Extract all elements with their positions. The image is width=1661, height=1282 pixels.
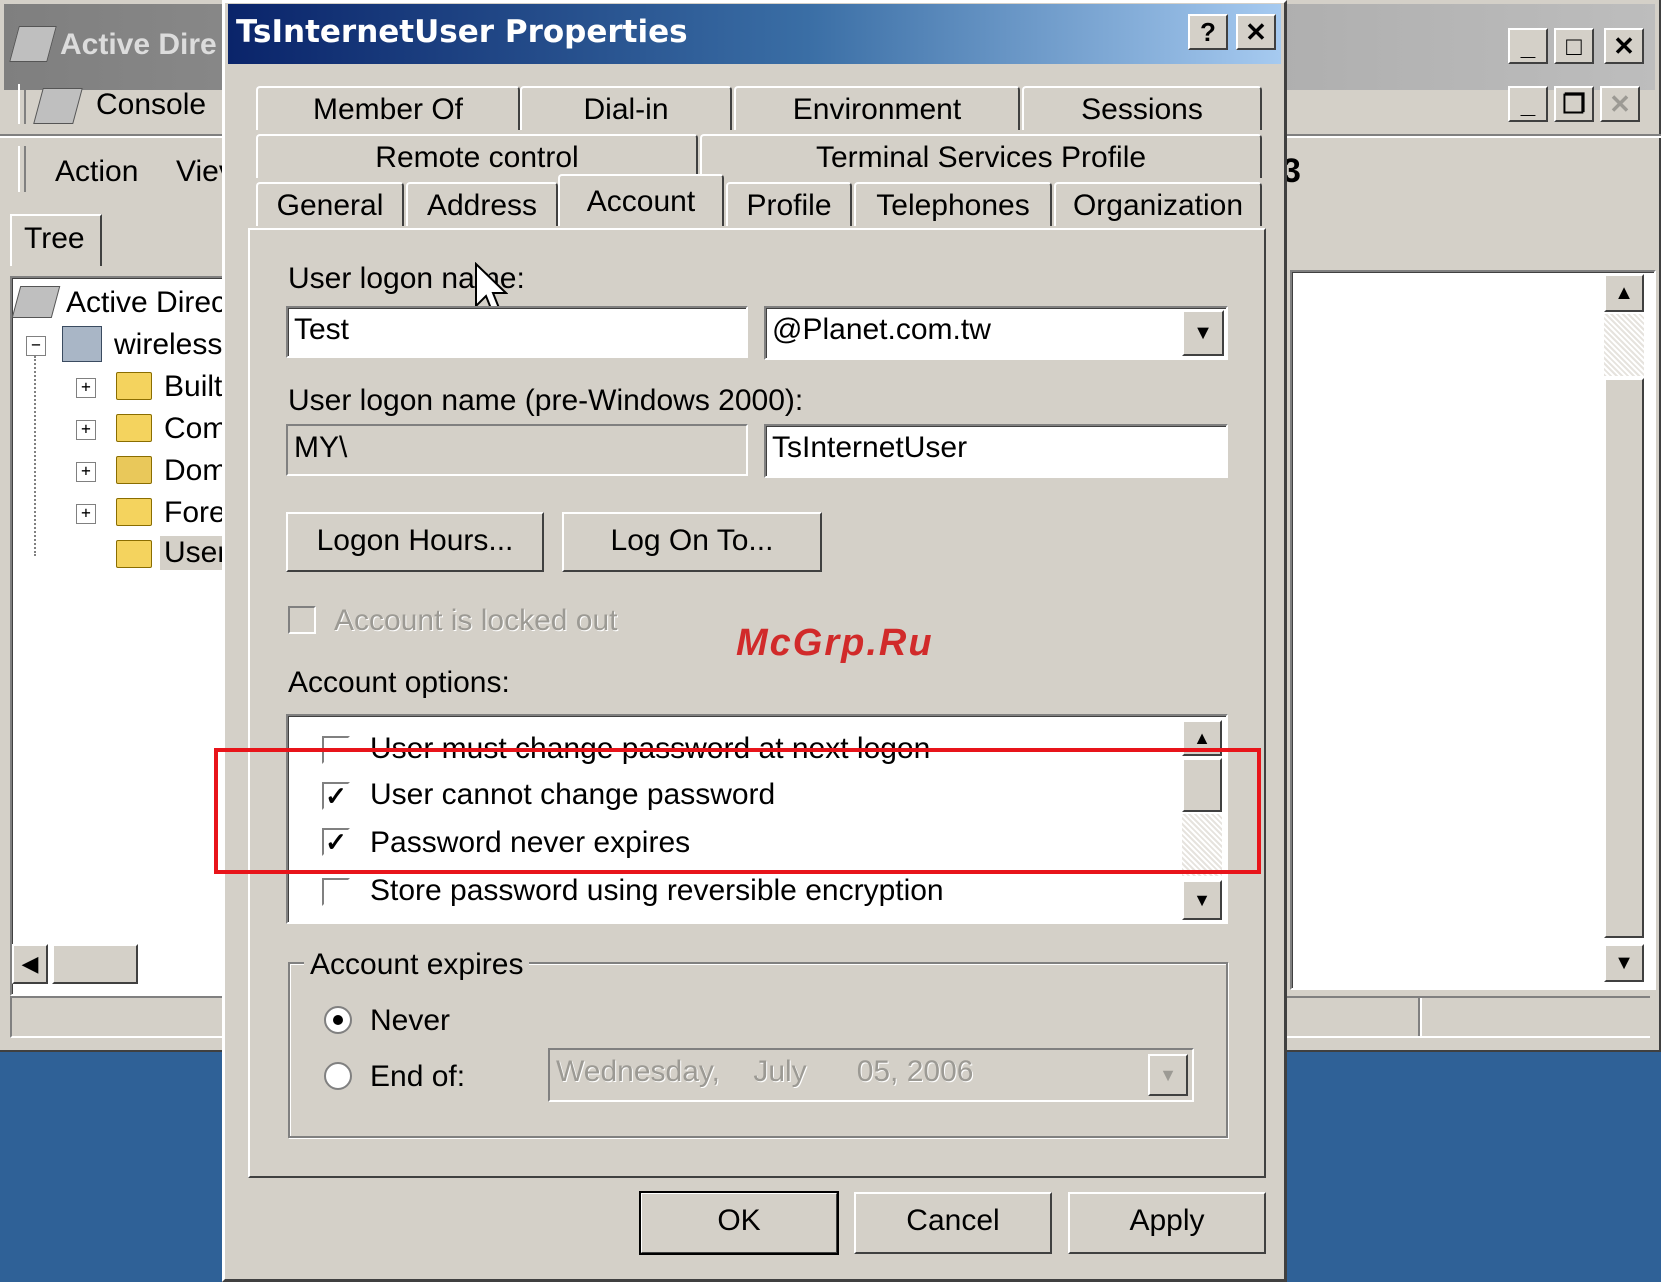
end-of-radio[interactable]: [324, 1062, 352, 1090]
tab-label: Organization: [1072, 189, 1244, 222]
mmc-title: Active Dire: [60, 28, 217, 61]
tab-label: Terminal Services Profile: [815, 141, 1147, 174]
menu-action[interactable]: Action: [55, 155, 138, 189]
tab-label: Telephones: [876, 189, 1030, 222]
account-options-label: Account options:: [288, 666, 510, 699]
folder-icon: [116, 372, 152, 400]
scroll-left-icon[interactable]: ◀: [12, 944, 48, 984]
menu-console[interactable]: Console: [96, 88, 206, 122]
option-label: Store password using reversible encrypti…: [370, 874, 944, 907]
tree-item-computers[interactable]: Com: [164, 412, 227, 446]
scroll-track[interactable]: [1604, 314, 1644, 376]
date-dropdown-icon[interactable]: ▼: [1148, 1054, 1188, 1096]
menu-grip: [18, 84, 26, 124]
watermark: McGrp.Ru: [736, 622, 934, 664]
scroll-down-icon[interactable]: ▼: [1604, 944, 1644, 982]
folder-icon: [116, 498, 152, 526]
domain-icon: [62, 326, 102, 362]
ou-folder-icon: [116, 456, 152, 484]
details-scroll-thumb[interactable]: [1604, 378, 1644, 938]
tab-organization[interactable]: Organization: [1054, 182, 1262, 226]
pre2000-domain-field: MY\: [286, 424, 748, 476]
tab-telephones[interactable]: Telephones: [854, 182, 1052, 226]
tab-terminal-services-profile[interactable]: Terminal Services Profile: [700, 134, 1262, 178]
child-restore-icon[interactable]: ❐: [1554, 86, 1594, 122]
tab-member-of[interactable]: Member Of: [256, 86, 520, 130]
tab-account[interactable]: Account: [558, 174, 724, 226]
tree-item-users[interactable]: User: [160, 536, 232, 570]
cancel-button[interactable]: Cancel: [854, 1192, 1052, 1254]
account-expires-label: Account expires: [304, 948, 530, 982]
tab-dial-in[interactable]: Dial-in: [520, 86, 732, 130]
status-divider: [1418, 998, 1422, 1036]
dialog-title: TsInternetUser Properties: [236, 14, 688, 50]
expand-icon[interactable]: +: [76, 504, 96, 524]
scroll-up-icon[interactable]: ▲: [1604, 274, 1644, 312]
upn-suffix-select[interactable]: @Planet.com.tw: [764, 306, 1228, 360]
account-locked-checkbox[interactable]: [288, 606, 316, 634]
tab-environment[interactable]: Environment: [734, 86, 1020, 130]
details-pane: [1290, 270, 1656, 990]
list-scroll-down-icon[interactable]: ▼: [1182, 880, 1222, 920]
tab-tree[interactable]: Tree: [10, 214, 102, 266]
child-minimize-icon[interactable]: _: [1508, 86, 1548, 122]
open-folder-icon: [116, 540, 152, 568]
tree-scroll-thumb[interactable]: [52, 944, 138, 984]
collapse-icon[interactable]: −: [26, 336, 46, 356]
tab-address[interactable]: Address: [406, 182, 558, 226]
tab-label: Remote control: [375, 141, 579, 174]
pre2000-label: User logon name (pre-Windows 2000):: [288, 384, 804, 417]
tab-label: Address: [426, 189, 538, 222]
tab-label: Environment: [792, 93, 962, 126]
toolbar-grip: [18, 146, 26, 192]
log-on-to-button[interactable]: Log On To...: [562, 512, 822, 572]
pre2000-username-input[interactable]: TsInternetUser: [764, 424, 1228, 478]
folder-icon: [116, 414, 152, 442]
tab-label: Member Of: [312, 93, 464, 126]
tree-domain[interactable]: wireless.: [114, 328, 231, 362]
option-checkbox[interactable]: [322, 878, 350, 906]
tree-item-foreign[interactable]: Fore: [164, 496, 226, 530]
directory-icon: [11, 286, 61, 318]
ok-button[interactable]: OK: [639, 1191, 839, 1255]
tab-tree-label: Tree: [24, 222, 85, 255]
tab-label: Dial-in: [583, 93, 669, 126]
tab-remote-control[interactable]: Remote control: [256, 134, 698, 178]
close-icon[interactable]: ✕: [1604, 28, 1644, 64]
tab-label: Account: [586, 185, 696, 218]
apply-button[interactable]: Apply: [1068, 1192, 1266, 1254]
minimize-icon[interactable]: _: [1508, 28, 1548, 64]
highlight-box: [214, 748, 1261, 874]
tab-label: General: [276, 189, 384, 222]
tree-root[interactable]: Active Direct: [66, 286, 234, 320]
logon-name-input[interactable]: Test: [286, 306, 748, 358]
tab-general[interactable]: General: [256, 182, 404, 226]
dialog-close-icon[interactable]: ✕: [1236, 14, 1276, 50]
expand-icon[interactable]: +: [76, 420, 96, 440]
child-close-icon[interactable]: ✕: [1600, 86, 1640, 122]
never-label: Never: [370, 1004, 451, 1037]
maximize-icon[interactable]: □: [1554, 28, 1594, 64]
tree-line: [34, 356, 37, 556]
tab-profile[interactable]: Profile: [726, 182, 852, 226]
account-locked-label: Account is locked out: [334, 604, 618, 637]
tree-item-domain-controllers[interactable]: Dom: [164, 454, 227, 488]
never-radio[interactable]: [324, 1006, 352, 1034]
logon-hours-button[interactable]: Logon Hours...: [286, 512, 544, 572]
help-button[interactable]: ?: [1188, 14, 1228, 50]
tree-item-builtin[interactable]: Builti: [164, 370, 229, 404]
chevron-down-icon[interactable]: ▼: [1182, 310, 1224, 356]
tab-label: Profile: [746, 189, 832, 222]
end-of-date-picker[interactable]: Wednesday, July 05, 2006: [548, 1048, 1194, 1102]
tab-label: Sessions: [1081, 93, 1203, 126]
tab-sessions[interactable]: Sessions: [1022, 86, 1262, 130]
end-of-label: End of:: [370, 1060, 466, 1093]
expand-icon[interactable]: +: [76, 462, 96, 482]
expand-icon[interactable]: +: [76, 378, 96, 398]
